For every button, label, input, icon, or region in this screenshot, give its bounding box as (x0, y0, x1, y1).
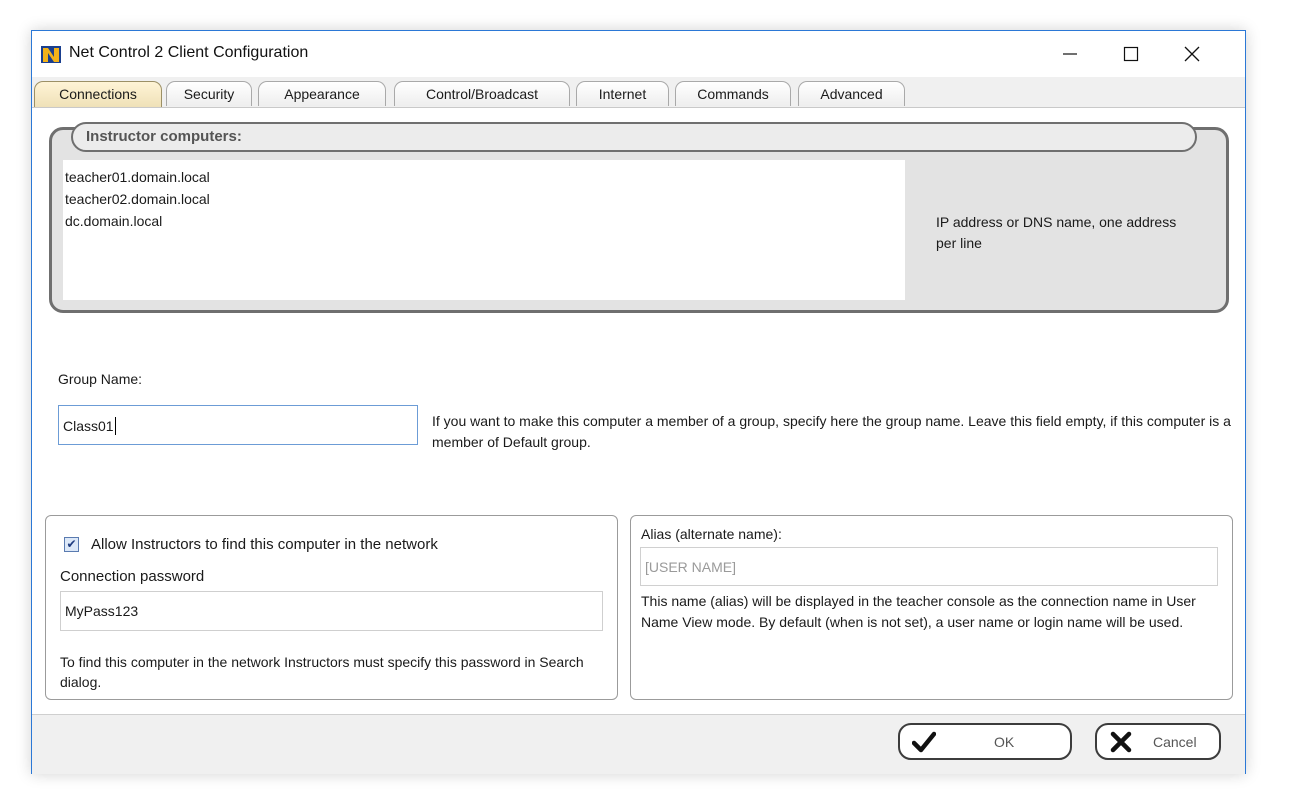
alias-hint: This name (alias) will be displayed in t… (641, 593, 1196, 630)
tab-appearance[interactable]: Appearance (258, 81, 386, 106)
allow-find-checkbox[interactable]: ✔ (64, 537, 79, 552)
text-caret (114, 417, 116, 435)
group-name-hint: If you want to make this computer a memb… (432, 413, 1231, 450)
instructor-computers-header: Instructor computers: (71, 122, 1197, 152)
alias-panel: Alias (alternate name): [USER NAME] This… (630, 515, 1233, 700)
maximize-icon (1123, 46, 1139, 62)
cancel-button-label: Cancel (1153, 734, 1197, 750)
close-icon (1184, 46, 1200, 62)
group-name-input[interactable]: Class01 (58, 405, 418, 445)
config-window: Net Control 2 Client Configuration Conne… (31, 30, 1246, 774)
instructor-line: teacher02.domain.local (65, 191, 210, 207)
connection-password-hint: To find this computer in the network Ins… (60, 654, 584, 690)
instructor-line: dc.domain.local (65, 213, 163, 229)
instructor-line: teacher01.domain.local (65, 169, 210, 185)
tab-control-broadcast[interactable]: Control/Broadcast (394, 81, 570, 106)
close-button[interactable] (1169, 39, 1215, 69)
cancel-button[interactable]: Cancel (1095, 723, 1221, 760)
window-title: Net Control 2 Client Configuration (69, 44, 309, 61)
alias-label: Alias (alternate name): (641, 526, 782, 542)
dialog-footer: OK Cancel (32, 714, 1245, 774)
minimize-icon (1063, 53, 1077, 55)
tab-bar: Connections Security Appearance Control/… (32, 77, 1245, 108)
tab-security[interactable]: Security (166, 81, 252, 106)
connections-panel: Instructor computers: teacher01.domain.l… (32, 108, 1245, 714)
ok-button[interactable]: OK (898, 723, 1072, 760)
alias-input[interactable]: [USER NAME] (640, 547, 1218, 586)
allow-find-label[interactable]: Allow Instructors to find this computer … (91, 536, 438, 553)
ok-button-label: OK (994, 734, 1015, 750)
tab-advanced[interactable]: Advanced (798, 81, 905, 106)
instructor-hint: IP address or DNS name, one address per … (936, 214, 1177, 251)
tab-internet[interactable]: Internet (576, 81, 669, 106)
instructor-computers-textarea[interactable]: teacher01.domain.local teacher02.domain.… (63, 160, 905, 300)
tab-connections[interactable]: Connections (34, 81, 162, 107)
group-name-value: Class01 (63, 418, 114, 434)
connection-password-label: Connection password (60, 568, 205, 585)
maximize-button[interactable] (1108, 39, 1154, 69)
tab-commands[interactable]: Commands (675, 81, 791, 106)
find-computer-panel: ✔ Allow Instructors to find this compute… (45, 515, 618, 700)
connection-password-input[interactable]: MyPass123 (60, 591, 603, 631)
checkmark-icon: ✔ (66, 537, 77, 551)
minimize-button[interactable] (1047, 39, 1093, 69)
close-x-icon (1110, 731, 1132, 753)
app-logo-icon (41, 46, 61, 63)
group-name-label: Group Name: (58, 371, 143, 387)
title-bar[interactable]: Net Control 2 Client Configuration (32, 31, 1245, 77)
checkmark-icon (912, 731, 936, 753)
